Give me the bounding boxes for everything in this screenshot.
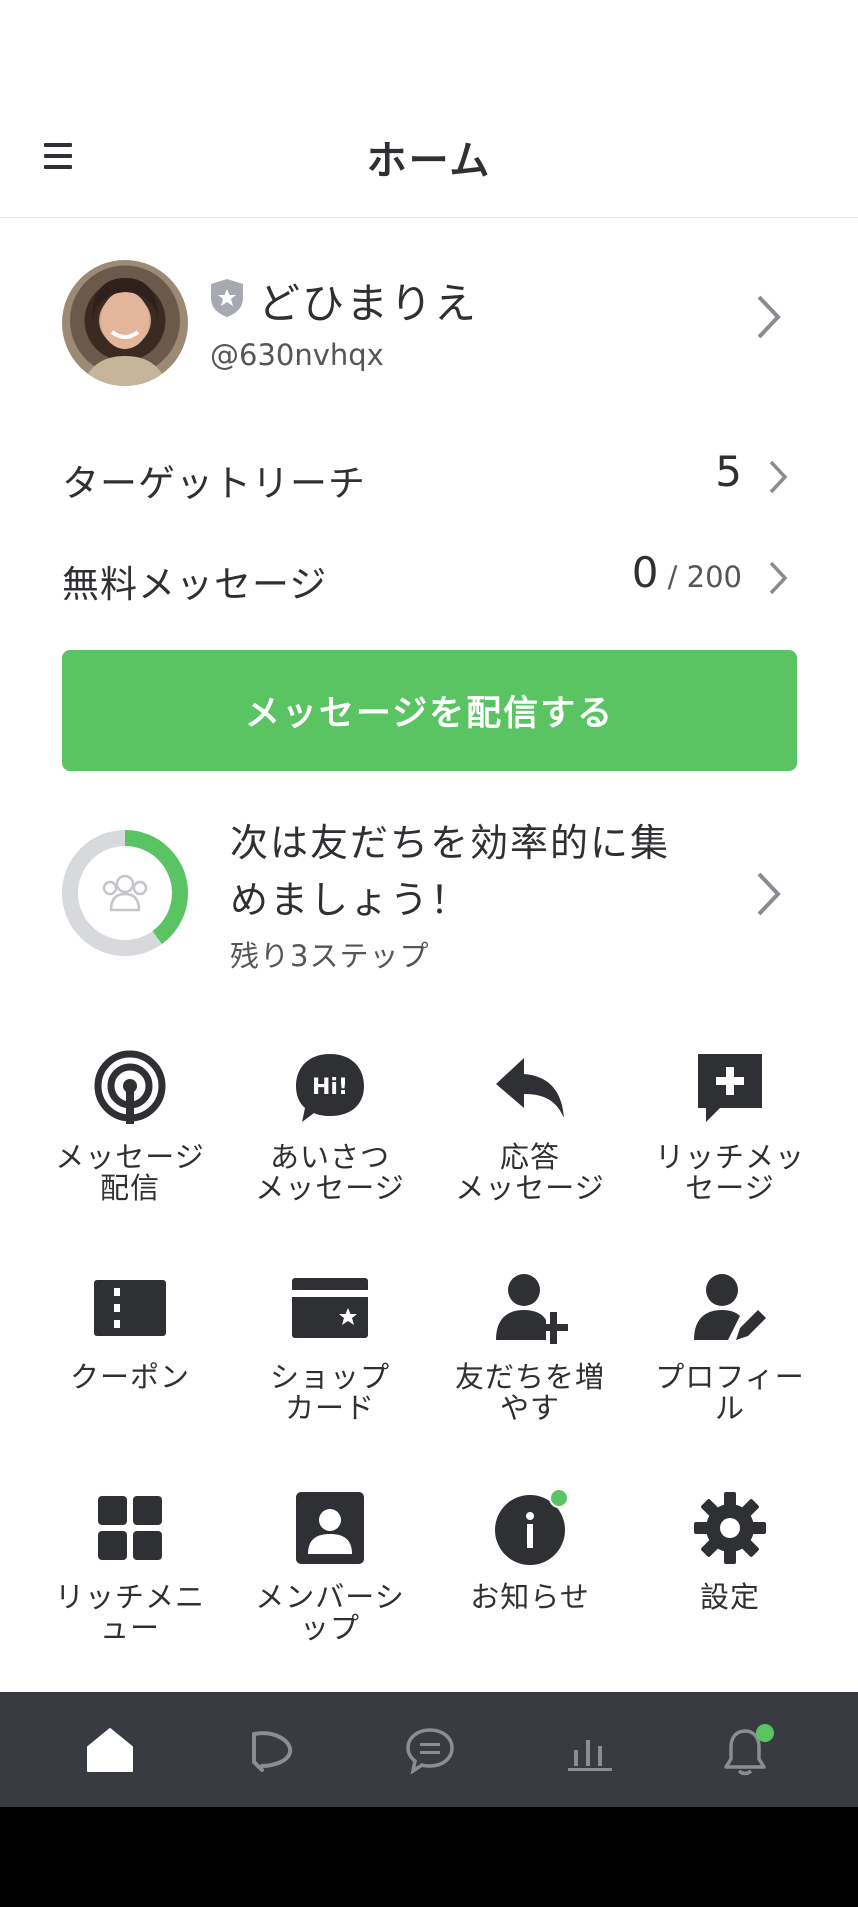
app-screen: ホーム どひまりえ @630nvhqx ターゲットリーチ 5 無料メッセージ 0… — [0, 0, 858, 1907]
svg-text:Hi!: Hi! — [312, 1075, 348, 1100]
stat-number: 0 — [631, 548, 659, 597]
tile-label: 設定 — [699, 1580, 760, 1614]
nav-voom[interactable] — [190, 1692, 350, 1807]
info-icon — [495, 1490, 568, 1565]
greeting-icon: Hi! — [296, 1054, 364, 1122]
tile-label: メッセージ 配信 — [55, 1140, 205, 1205]
profile-edit-icon — [694, 1274, 766, 1340]
tile-label: あいさつ メッセージ — [255, 1140, 405, 1205]
gear-icon — [694, 1492, 766, 1564]
tile-shop-card[interactable]: ショップ カード — [230, 1260, 430, 1450]
progress-subtitle: 残り3ステップ — [230, 939, 430, 973]
stat-sub: / 200 — [658, 560, 742, 594]
tile-rich-menu[interactable]: リッチメニ ュー — [30, 1480, 230, 1670]
account-handle: @630nvhqx — [210, 338, 384, 372]
tile-notice[interactable]: お知らせ — [430, 1480, 630, 1670]
tile-greeting[interactable]: Hi! あいさつ メッセージ — [230, 1040, 430, 1230]
nav-chat[interactable] — [350, 1692, 510, 1807]
tile-label: 応答 メッセージ — [455, 1140, 605, 1205]
broadcast-icon — [94, 1050, 166, 1124]
tile-label: プロフィー ル — [655, 1360, 805, 1425]
progress-ring — [62, 830, 188, 956]
tile-membership[interactable]: メンバーシ ップ — [230, 1480, 430, 1670]
analytics-icon — [568, 1739, 612, 1771]
verified-shield-icon — [211, 279, 243, 317]
onboarding-progress[interactable]: 次は友だちを効率的に集めましょう！ 残り3ステップ — [62, 815, 802, 975]
avatar — [62, 260, 188, 386]
chevron-right-icon — [768, 560, 788, 596]
bell-icon — [724, 1723, 774, 1775]
reply-icon — [496, 1058, 564, 1118]
chevron-right-icon — [756, 871, 782, 917]
add-friend-icon — [496, 1274, 568, 1344]
rich-message-icon — [698, 1054, 762, 1122]
chevron-right-icon — [768, 459, 788, 495]
tile-broadcast[interactable]: メッセージ 配信 — [30, 1040, 230, 1230]
stat-value: 0 / 200 — [632, 548, 742, 597]
tile-settings[interactable]: 設定 — [630, 1480, 830, 1670]
stat-value: 5 — [715, 447, 742, 496]
shop-card-icon — [292, 1278, 368, 1338]
stat-label: 無料メッセージ — [62, 563, 328, 606]
voom-icon — [252, 1730, 293, 1772]
chat-icon — [406, 1727, 454, 1774]
tile-label: リッチメニ ュー — [54, 1580, 205, 1645]
coupon-icon — [94, 1280, 166, 1336]
stat-label: ターゲットリーチ — [62, 462, 366, 505]
target-reach-row[interactable]: ターゲットリーチ 5 — [62, 437, 802, 517]
send-message-button[interactable]: メッセージを配信する — [62, 650, 797, 771]
nav-analytics[interactable] — [510, 1692, 670, 1807]
nav-notifications[interactable] — [668, 1692, 828, 1807]
free-message-row[interactable]: 無料メッセージ 0 / 200 — [62, 538, 802, 618]
tile-add-friend[interactable]: 友だちを増 やす — [430, 1260, 630, 1450]
tile-label: リッチメッ セージ — [654, 1140, 805, 1205]
tile-reply[interactable]: 応答 メッセージ — [430, 1040, 630, 1230]
home-icon — [87, 1727, 133, 1772]
tile-rich-message[interactable]: リッチメッ セージ — [630, 1040, 830, 1230]
nav-home[interactable] — [30, 1692, 190, 1807]
bottom-nav — [0, 1692, 858, 1807]
tile-label: 友だちを増 やす — [454, 1360, 605, 1425]
account-name: どひまりえ — [258, 279, 479, 328]
progress-title: 次は友だちを効率的に集めましょう！ — [230, 821, 671, 922]
page-title: ホーム — [366, 138, 492, 184]
tile-label: お知らせ — [470, 1580, 590, 1614]
tile-label: クーポン — [69, 1360, 190, 1394]
friends-icon — [102, 874, 148, 912]
header: ホーム — [0, 0, 858, 218]
tile-profile[interactable]: プロフィー ル — [630, 1260, 830, 1450]
tile-label: メンバーシ ップ — [255, 1580, 405, 1645]
chevron-right-icon — [756, 294, 782, 340]
stat-number: 5 — [715, 447, 742, 496]
rich-menu-icon — [98, 1496, 162, 1560]
tile-label: ショップ カード — [269, 1360, 390, 1425]
tile-coupon[interactable]: クーポン — [30, 1260, 230, 1450]
system-nav-bar — [0, 1807, 858, 1907]
profile-row[interactable]: どひまりえ @630nvhqx — [62, 258, 802, 390]
membership-icon — [296, 1492, 364, 1564]
